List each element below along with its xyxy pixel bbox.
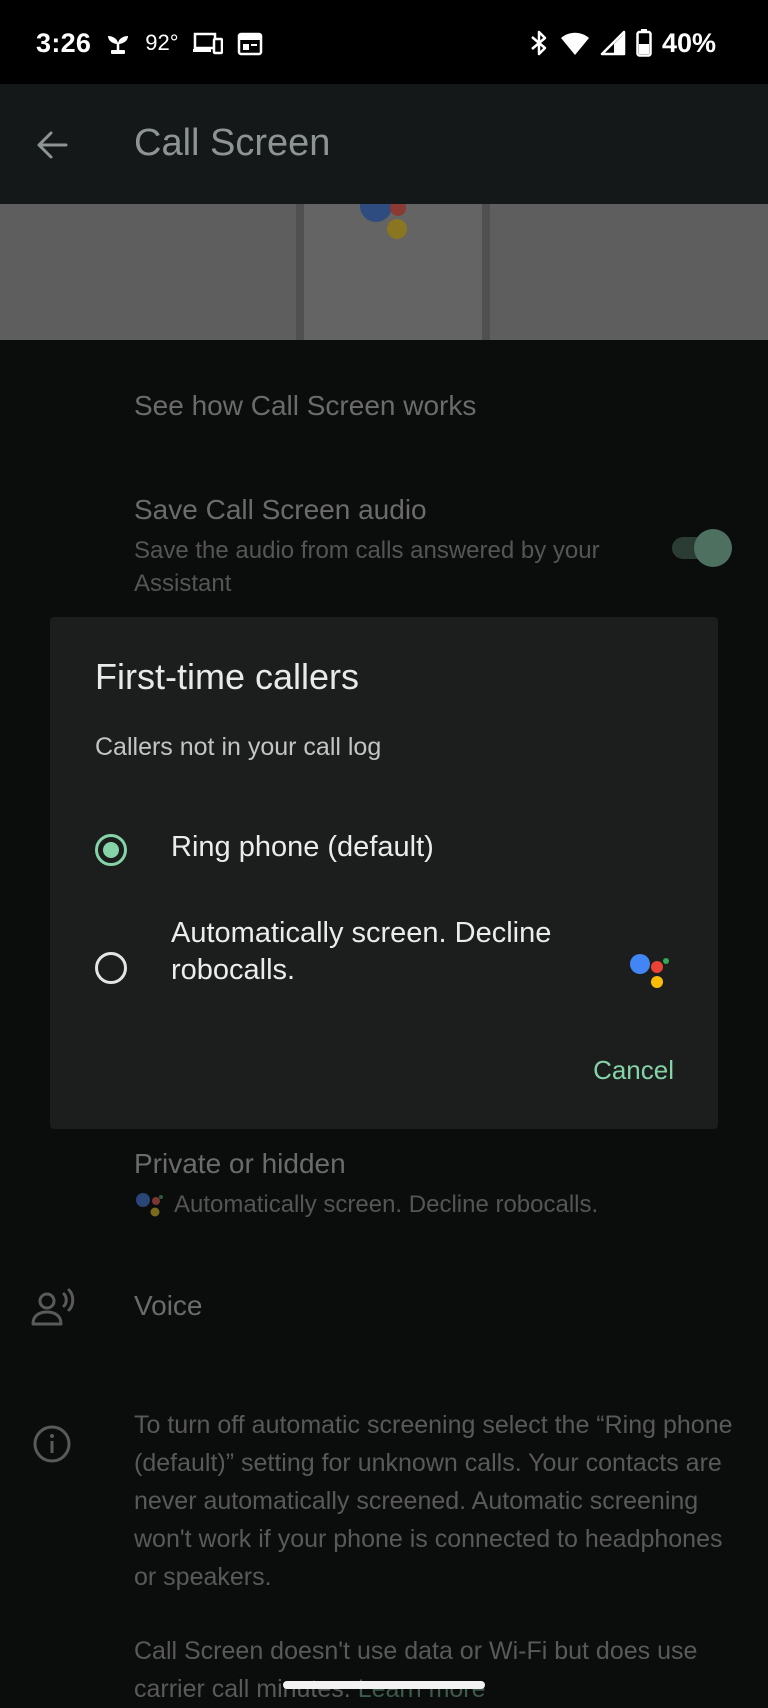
info-description: To turn off automatic screening select t… — [134, 1411, 733, 1591]
save-audio-title: Save Call Screen audio — [134, 494, 427, 525]
arrow-left-icon[interactable] — [30, 122, 76, 168]
google-assistant-icon — [630, 954, 669, 988]
first-time-callers-dialog: First-time callers Callers not in your c… — [50, 617, 718, 1129]
radio-ring-phone[interactable] — [95, 834, 127, 866]
devices-icon — [192, 32, 223, 55]
wifi-icon — [560, 32, 589, 55]
option-ring-phone[interactable]: Ring phone (default) — [50, 813, 718, 885]
save-audio-subtitle: Save the audio from calls answered by yo… — [134, 537, 600, 597]
save-audio-toggle[interactable] — [672, 529, 732, 567]
info-icon — [33, 1425, 71, 1463]
gesture-navigation-bar[interactable] — [283, 1681, 485, 1689]
private-hidden-subtitle: Automatically screen. Decline robocalls. — [174, 1191, 599, 1218]
status-time: 3:26 — [36, 27, 92, 58]
calendar-icon — [237, 32, 262, 56]
sprout-icon — [108, 36, 129, 54]
bluetooth-icon — [531, 30, 547, 56]
data-usage-description: Call Screen doesn't use data or Wi-Fi bu… — [134, 1637, 698, 1703]
status-temperature: 92° — [145, 30, 179, 55]
see-how-link[interactable]: See how Call Screen works — [134, 390, 476, 422]
app-bar: Call Screen — [0, 84, 768, 204]
assistant-dots-icon — [360, 204, 407, 239]
save-audio-setting[interactable]: Save Call Screen audio Save the audio fr… — [134, 494, 614, 600]
hero-illustration — [0, 204, 768, 340]
option-ring-phone-label: Ring phone (default) — [171, 831, 434, 863]
option-auto-screen[interactable]: Automatically screen. Decline robocalls. — [50, 915, 718, 1005]
private-hidden-setting[interactable]: Private or hidden Automatically screen. … — [134, 1148, 598, 1221]
cancel-button[interactable]: Cancel — [593, 1055, 674, 1086]
private-hidden-title: Private or hidden — [134, 1148, 346, 1179]
voice-setting[interactable]: Voice — [134, 1290, 203, 1322]
status-bar: 3:26 92° 40% — [0, 0, 768, 84]
phone-illustration — [296, 204, 490, 340]
signal-icon — [600, 30, 626, 56]
dialog-subtitle: Callers not in your call log — [95, 733, 382, 761]
learn-more-link[interactable]: Learn more — [358, 1675, 486, 1703]
dialog-title: First-time callers — [95, 656, 360, 697]
voice-person-icon — [31, 1288, 75, 1326]
assistant-logo-icon — [136, 1192, 163, 1216]
status-battery-percent: 40% — [661, 27, 716, 58]
battery-icon — [636, 29, 652, 57]
page-title: Call Screen — [134, 122, 331, 164]
option-auto-screen-label: Automatically screen. Decline robocalls. — [171, 917, 552, 986]
radio-auto-screen[interactable] — [95, 952, 127, 984]
